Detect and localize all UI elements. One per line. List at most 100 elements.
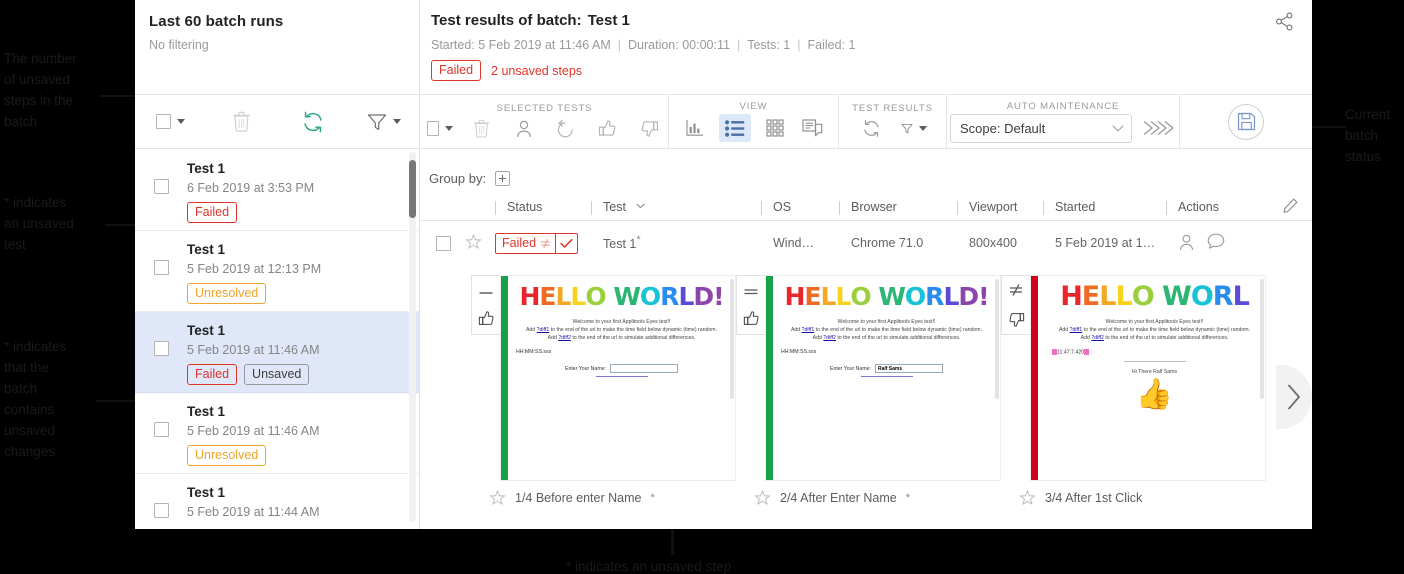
- column-header-test[interactable]: Test: [591, 198, 761, 215]
- thumbs-down-icon[interactable]: [1008, 311, 1025, 333]
- run-checkbox[interactable]: [153, 503, 169, 518]
- assign-user-button[interactable]: [1178, 233, 1195, 254]
- screenshot-heading: HELLO WORL: [1060, 281, 1250, 312]
- batch-delete-button[interactable]: [206, 111, 277, 132]
- toolbar-group-view: VIEW: [669, 95, 839, 148]
- step-caption-text: 3/4 After 1st Click: [1045, 491, 1143, 505]
- table-row[interactable]: Failed Test 1* Wind… Chrome 71.0 800x400…: [421, 221, 1312, 265]
- column-label: Status: [507, 199, 543, 214]
- favorite-button[interactable]: [465, 234, 495, 253]
- chevron-down-icon[interactable]: [1112, 120, 1124, 132]
- run-checkbox[interactable]: [153, 341, 169, 356]
- column-header-actions[interactable]: Actions: [1166, 200, 1266, 215]
- view-grid-button[interactable]: [762, 116, 788, 140]
- chevron-down-icon[interactable]: [177, 119, 185, 124]
- rerun-button[interactable]: [553, 116, 579, 140]
- apply-maintenance-button[interactable]: [1142, 116, 1176, 140]
- column-header-os[interactable]: OS: [761, 200, 839, 215]
- unsaved-steps-link[interactable]: 2 unsaved steps: [491, 64, 582, 78]
- accept-diff-button[interactable]: [555, 233, 577, 253]
- star-icon[interactable]: [754, 490, 771, 506]
- run-checkbox-wrap[interactable]: [135, 161, 187, 194]
- save-button[interactable]: [1228, 103, 1264, 140]
- column-header-started[interactable]: Started: [1043, 200, 1166, 215]
- step-thumbnail[interactable]: HELLO WORLD! Welcome to your first Appli…: [736, 275, 1001, 506]
- diff1-link[interactable]: ?diff1: [802, 327, 815, 333]
- delete-tests-button[interactable]: [469, 116, 495, 140]
- diff2-link[interactable]: ?diff2: [1091, 335, 1104, 341]
- step-thumbnail[interactable]: HELLO WORL Welcome to your first Applito…: [1001, 275, 1266, 506]
- chevron-down-icon[interactable]: [918, 125, 927, 131]
- step-screenshot[interactable]: HELLO WORLD! Welcome to your first Appli…: [500, 275, 736, 481]
- select-all-checkbox[interactable]: [156, 114, 171, 129]
- scope-select[interactable]: Scope: Default: [950, 113, 1132, 143]
- step-screenshot[interactable]: HELLO WORLD! Welcome to your first Appli…: [765, 275, 1001, 481]
- star-icon[interactable]: [1019, 490, 1036, 506]
- equals-icon[interactable]: [743, 283, 759, 301]
- screenshot-name-input[interactable]: [609, 364, 678, 373]
- column-header-browser[interactable]: Browser: [839, 200, 957, 215]
- run-checkbox[interactable]: [153, 422, 169, 437]
- scrollbar-thumb[interactable]: [409, 160, 416, 218]
- step-screenshot[interactable]: HELLO WORL Welcome to your first Applito…: [1030, 275, 1266, 481]
- chevron-down-icon[interactable]: [392, 119, 401, 124]
- screenshot-canvas: HELLO WORLD! Welcome to your first Appli…: [773, 276, 1000, 480]
- status-badge[interactable]: Failed: [495, 232, 579, 254]
- batch-refresh-button[interactable]: [277, 109, 348, 135]
- diff2-link[interactable]: ?diff2: [558, 335, 571, 341]
- row-checkbox[interactable]: [435, 235, 451, 251]
- batch-runs-list[interactable]: Test 1 6 Feb 2019 at 3:53 PM Failed Test…: [135, 150, 419, 529]
- list-item[interactable]: Test 1 5 Feb 2019 at 11:46 AM Unresolved: [135, 393, 419, 474]
- screenshot-line2: Add ?diff2 to the end of the url to simu…: [812, 335, 961, 341]
- screenshot-name-input[interactable]: Ralf Sams: [874, 364, 943, 373]
- next-steps-button[interactable]: [1276, 365, 1312, 429]
- thumbs-up-icon[interactable]: [478, 310, 495, 332]
- reject-tests-button[interactable]: [637, 116, 663, 140]
- row-status-label: Failed: [502, 236, 537, 250]
- step-thumbnail[interactable]: HELLO WORLD! Welcome to your first Appli…: [471, 275, 736, 506]
- diff1-link[interactable]: ?diff1: [537, 327, 550, 333]
- select-all-checkbox[interactable]: [426, 120, 439, 136]
- list-item[interactable]: Test 1 5 Feb 2019 at 11:44 AM: [135, 474, 419, 529]
- select-tests-control[interactable]: [426, 116, 453, 140]
- comment-button[interactable]: [1207, 233, 1225, 253]
- chevron-down-icon[interactable]: [636, 198, 646, 212]
- batch-filter-button[interactable]: [348, 112, 419, 132]
- results-refresh-button[interactable]: [859, 116, 885, 140]
- edit-columns-button[interactable]: [1283, 198, 1312, 216]
- run-checkbox-wrap[interactable]: [135, 323, 187, 356]
- view-chart-button[interactable]: [682, 116, 708, 140]
- star-icon[interactable]: [489, 490, 506, 506]
- assign-user-button[interactable]: [511, 116, 537, 140]
- minus-icon[interactable]: [478, 283, 494, 301]
- list-item-selected[interactable]: Test 1 5 Feb 2019 at 11:46 AM Failed Uns…: [135, 312, 419, 393]
- run-checkbox-wrap[interactable]: [135, 485, 187, 518]
- not-equal-icon: [541, 238, 550, 248]
- batch-select-all-control[interactable]: [135, 114, 206, 129]
- screenshot-scrollbar[interactable]: [995, 279, 999, 399]
- add-group-by-button[interactable]: [495, 170, 511, 186]
- view-list-button[interactable]: [719, 114, 751, 142]
- screenshot-scrollbar[interactable]: [730, 279, 734, 399]
- share-button[interactable]: [1275, 12, 1294, 36]
- screenshot-name-label: Enter Your Name:: [830, 365, 871, 372]
- not-equal-icon[interactable]: [1008, 283, 1024, 302]
- run-checkbox[interactable]: [153, 179, 169, 194]
- results-filter-button[interactable]: [901, 116, 927, 140]
- screenshot-scrollbar[interactable]: [1260, 279, 1264, 399]
- list-item[interactable]: Test 1 5 Feb 2019 at 12:13 PM Unresolved: [135, 231, 419, 312]
- run-checkbox[interactable]: [153, 260, 169, 275]
- view-detail-button[interactable]: [799, 116, 825, 140]
- diff2-link[interactable]: ?diff2: [823, 335, 836, 341]
- run-checkbox-wrap[interactable]: [135, 404, 187, 437]
- diff1-link[interactable]: ?diff1: [1070, 327, 1083, 333]
- screenshot-heading: HELLO WORLD!: [519, 282, 724, 311]
- list-item[interactable]: Test 1 6 Feb 2019 at 3:53 PM Failed: [135, 150, 419, 231]
- column-header-viewport[interactable]: Viewport: [957, 200, 1043, 215]
- thumbs-up-icon[interactable]: [743, 310, 760, 332]
- chevron-down-icon[interactable]: [444, 125, 453, 131]
- run-checkbox-wrap[interactable]: [135, 242, 187, 275]
- accept-tests-button[interactable]: [595, 116, 621, 140]
- column-header-status[interactable]: Status: [495, 199, 591, 215]
- batch-list-scrollbar[interactable]: [409, 152, 416, 522]
